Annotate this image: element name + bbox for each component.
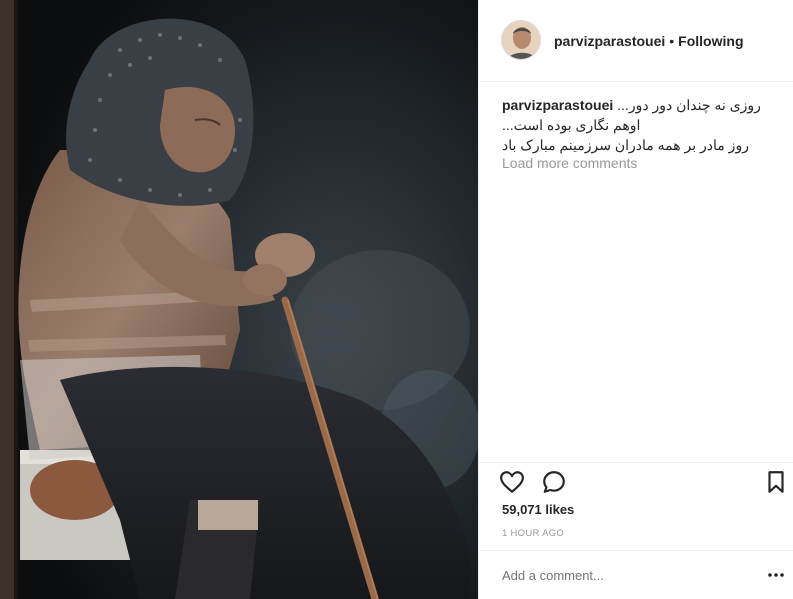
comment-bubble-icon[interactable] [541,469,571,499]
bookmark-icon[interactable] [763,469,793,499]
caption-text-line-3: روز مادر بر همه مادران سرزمینم مبارک باد [502,137,749,153]
caption-first-line: parvizparastouei روزی نه چندان دور دور..… [502,95,777,115]
post-image [0,0,478,599]
caption-text-line-2: اوهم نگاری بوده است... [502,117,641,133]
more-options-icon[interactable] [766,567,786,583]
post-timestamp: 1 HOUR AGO [502,528,565,539]
comment-input[interactable] [502,568,742,583]
post-caption: parvizparastouei روزی نه چندان دور دور..… [502,95,777,155]
post-side-panel: parvizparastouei • Following parvizparasto… [478,0,793,599]
likes-count[interactable]: 59,071 likes [502,502,574,517]
comment-bar [479,550,793,599]
caption-username[interactable]: parvizparastouei [502,97,613,113]
post-photo[interactable] [0,0,478,599]
post-header: parvizparastouei • Following [479,0,793,82]
separator-dot: • [669,33,675,49]
caption-text-line-1: روزی نه چندان دور دور... [617,97,761,113]
heart-icon[interactable] [499,469,529,499]
load-more-comments-link[interactable]: Load more comments [502,155,637,171]
avatar[interactable] [501,20,541,60]
action-bar [479,462,793,502]
following-button[interactable]: Following [678,33,743,49]
header-row: parvizparastouei • Following [554,33,744,49]
header-username[interactable]: parvizparastouei [554,33,665,49]
avatar-image [502,21,540,59]
